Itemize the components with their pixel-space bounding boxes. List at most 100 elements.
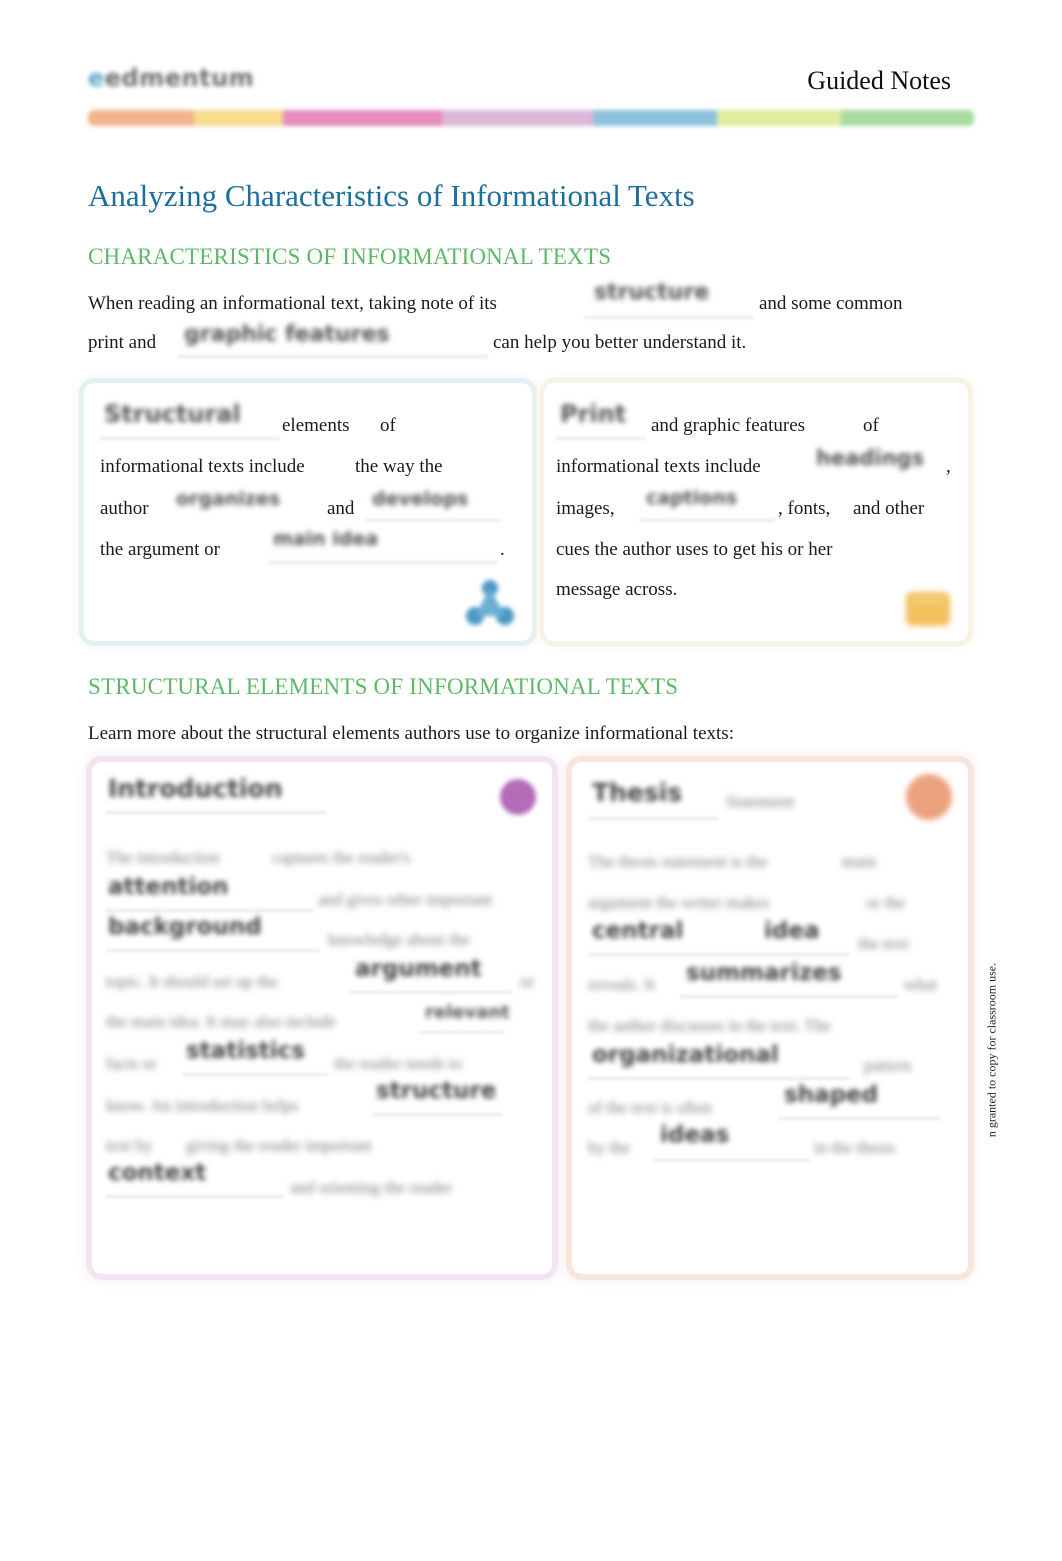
fill-in-blank: relevant — [425, 1002, 510, 1023]
fill-in-blank: context — [108, 1160, 207, 1186]
card-text: elements — [282, 415, 350, 436]
blank-underline — [588, 1078, 850, 1079]
paragraph-text: print and — [88, 332, 157, 353]
fill-in-blank: summarizes — [686, 960, 842, 986]
card-text: reveals. It — [588, 975, 656, 994]
blank-underline — [588, 954, 850, 955]
fill-in-blank: develops — [372, 488, 469, 510]
card-text: what — [904, 975, 938, 994]
blank-underline — [106, 950, 320, 951]
blank-underline — [640, 520, 775, 521]
card-text: , fonts, — [778, 498, 831, 519]
stripe-segment — [194, 110, 283, 126]
card-text: and orienting the reader — [290, 1178, 452, 1197]
card-text: argument the writer makes — [588, 893, 770, 912]
blank-underline — [268, 562, 498, 563]
fill-in-blank: background — [108, 914, 262, 940]
blank-underline — [178, 356, 488, 357]
blank-underline — [778, 1118, 940, 1119]
card-text: by the — [588, 1138, 631, 1157]
blank-underline — [106, 910, 314, 911]
fill-in-blank: Print — [560, 400, 627, 428]
fill-in-blank: idea — [764, 918, 820, 944]
color-stripe — [88, 110, 974, 126]
magnifier-icon — [500, 779, 536, 815]
card-text: and graphic features — [651, 415, 806, 436]
card-text: giving the reader important — [186, 1136, 372, 1155]
blank-underline — [556, 438, 646, 439]
paragraph-text: and some common — [759, 293, 903, 314]
card-text: author — [100, 498, 149, 519]
hierarchy-icon — [458, 574, 522, 634]
blank-underline — [106, 812, 326, 813]
card-text: captures the reader's — [272, 848, 411, 867]
stripe-segment — [88, 110, 195, 126]
card-text: topic. It should set up the — [106, 972, 278, 991]
card-title-blank: Introduction — [108, 774, 283, 803]
card-text: message across. — [556, 579, 678, 600]
card-text: of — [380, 415, 396, 436]
target-icon — [906, 774, 952, 820]
blank-underline — [100, 438, 280, 439]
paragraph-text: When reading an informational text, taki… — [88, 293, 497, 314]
fill-in-blank: organizes — [176, 488, 281, 510]
page-title: Analyzing Characteristics of Information… — [88, 178, 695, 213]
card-text: know. An introduction helps — [106, 1096, 299, 1115]
stripe-segment — [717, 110, 842, 126]
card-text: informational texts include — [100, 456, 305, 477]
card-text: main — [842, 852, 876, 871]
fill-in-blank: organizational — [592, 1042, 779, 1068]
card-text: The introduction — [106, 848, 220, 867]
card-text: text by — [106, 1136, 153, 1155]
stripe-segment — [282, 110, 443, 126]
fill-in-blank: statistics — [186, 1038, 305, 1064]
card-text: and other — [853, 498, 925, 519]
card-text: The thesis statement is the — [588, 852, 768, 871]
stripe-segment — [442, 110, 593, 126]
side-note-text: n granted to copy for classroom use. — [984, 962, 999, 1138]
card-subtitle: Statement — [726, 792, 794, 811]
blank-underline — [350, 992, 512, 993]
fill-in-blank: ideas — [660, 1122, 730, 1148]
blank-underline — [680, 996, 898, 997]
card-text: knowledge about the — [328, 930, 470, 949]
logo-text: edmentum — [104, 64, 255, 92]
card-text: the main idea. It may also include — [106, 1012, 336, 1031]
fill-in-blank: shaped — [784, 1082, 879, 1108]
card-text: of — [863, 415, 879, 436]
logo-mark: e — [88, 64, 105, 92]
card-text: or the — [866, 893, 906, 912]
edmentum-logo: e edmentum — [88, 62, 254, 94]
blank-underline — [106, 1196, 284, 1197]
fill-in-blank: central — [592, 918, 684, 944]
blank-underline — [365, 520, 500, 521]
fill-in-blank: structure — [376, 1078, 497, 1104]
card-text: the text — [858, 934, 909, 953]
paragraph-text: can help you better understand it. — [493, 332, 747, 353]
blank-underline — [654, 1160, 810, 1161]
card-text: and — [327, 498, 355, 519]
fill-in-blank: graphic features — [184, 322, 390, 347]
card-text: and gives other important — [318, 890, 493, 909]
stripe-segment — [841, 110, 974, 126]
card-text: of the text is often — [588, 1098, 712, 1117]
document-type-label: Guided Notes — [807, 66, 951, 95]
card-text: in the thesis — [814, 1138, 896, 1157]
card-text: . — [500, 539, 505, 560]
fill-in-blank: Structural — [104, 400, 241, 428]
card-text: the reader needs to — [334, 1054, 462, 1073]
card-text: , — [946, 456, 951, 477]
blank-underline — [588, 818, 718, 819]
blank-underline — [420, 1032, 504, 1033]
stripe-segment — [592, 110, 718, 126]
blank-underline — [182, 1074, 328, 1075]
fill-in-blank: argument — [355, 956, 482, 982]
section-heading-structural-elements: STRUCTURAL ELEMENTS OF INFORMATIONAL TEX… — [88, 674, 679, 699]
card-text: or — [520, 972, 535, 991]
card-text: pattern — [864, 1056, 912, 1075]
fill-in-blank: headings — [816, 446, 925, 470]
card-text: informational texts include — [556, 456, 761, 477]
card-title-blank: Thesis — [592, 778, 683, 807]
card-text: the author discusses in the text. The — [588, 1016, 831, 1035]
card-text: cues the author uses to get his or her — [556, 539, 833, 560]
